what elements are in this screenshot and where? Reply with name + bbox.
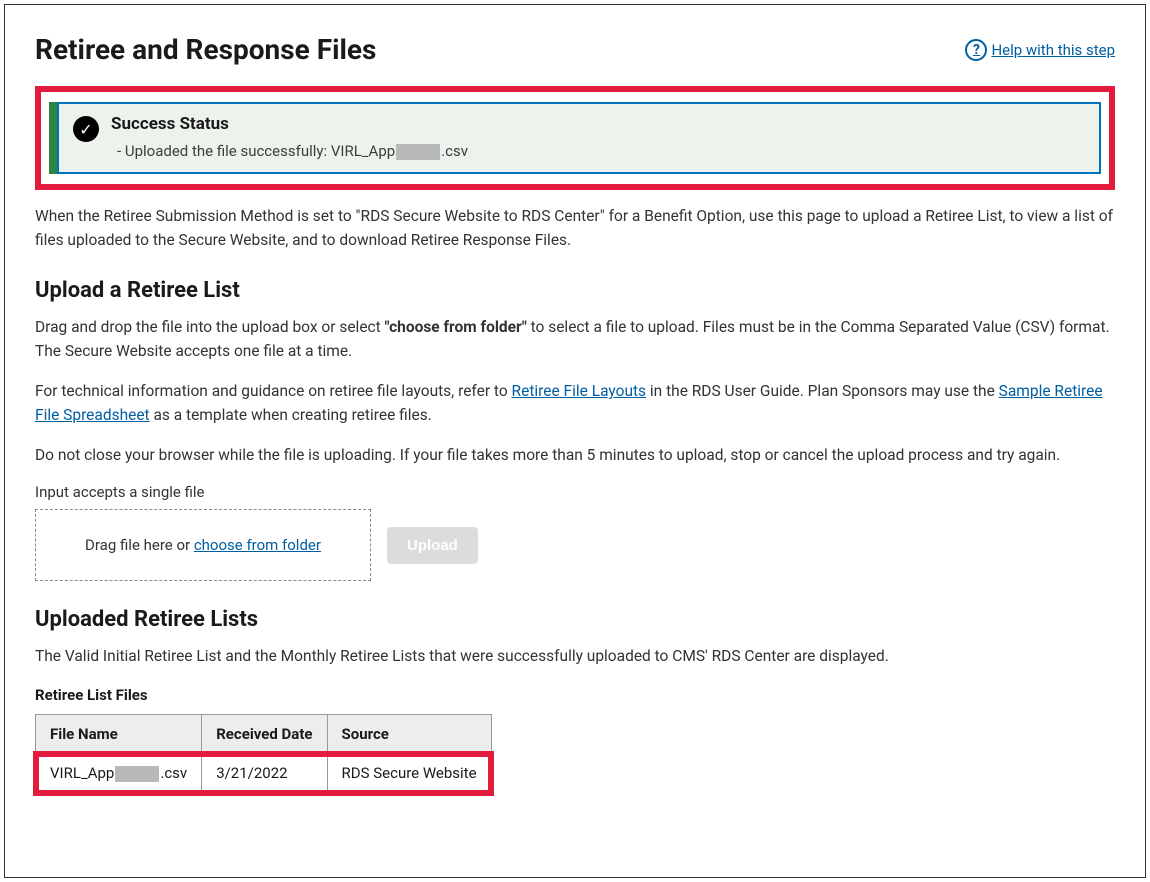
- upload-heading: Upload a Retiree List: [35, 278, 1115, 303]
- cell-source: RDS Secure Website: [327, 754, 491, 793]
- col-source: Source: [327, 715, 491, 754]
- table-caption: Retiree List Files: [35, 686, 1115, 704]
- input-label: Input accepts a single file: [35, 483, 1115, 501]
- upload-instruction-3: Do not close your browser while the file…: [35, 443, 1115, 467]
- upload-instruction-2: For technical information and guidance o…: [35, 379, 1115, 427]
- alert-message: - Uploaded the file successfully: VIRL_A…: [111, 142, 1085, 160]
- help-link[interactable]: ? Help with this step: [965, 39, 1115, 61]
- lists-desc: The Valid Initial Retiree List and the M…: [35, 644, 1115, 668]
- table-row: VIRL_App.csv 3/21/2022 RDS Secure Websit…: [36, 754, 492, 793]
- lists-heading: Uploaded Retiree Lists: [35, 607, 1115, 632]
- col-received-date: Received Date: [202, 715, 327, 754]
- alert-title: Success Status: [111, 114, 1085, 134]
- help-link-text: Help with this step: [991, 41, 1115, 59]
- choose-from-folder-link[interactable]: choose from folder: [194, 536, 321, 554]
- success-alert: ✓ Success Status - Uploaded the file suc…: [49, 102, 1101, 174]
- check-icon: ✓: [73, 116, 99, 142]
- cell-file-name: VIRL_App.csv: [36, 754, 202, 793]
- redacted-text: [115, 766, 159, 782]
- file-dropzone[interactable]: Drag file here or choose from folder: [35, 509, 371, 581]
- retiree-file-layouts-link[interactable]: Retiree File Layouts: [512, 382, 647, 400]
- upload-button[interactable]: Upload: [387, 527, 478, 564]
- intro-text: When the Retiree Submission Method is se…: [35, 204, 1115, 252]
- dropzone-text: Drag file here or: [85, 536, 194, 554]
- redacted-text: [396, 144, 440, 160]
- retiree-files-table: File Name Received Date Source VIRL_App.…: [35, 714, 492, 793]
- success-alert-highlight: ✓ Success Status - Uploaded the file suc…: [35, 86, 1115, 190]
- page-title: Retiree and Response Files: [35, 33, 376, 66]
- help-icon: ?: [965, 39, 987, 61]
- cell-received-date: 3/21/2022: [202, 754, 327, 793]
- col-file-name: File Name: [36, 715, 202, 754]
- upload-instruction-1: Drag and drop the file into the upload b…: [35, 315, 1115, 363]
